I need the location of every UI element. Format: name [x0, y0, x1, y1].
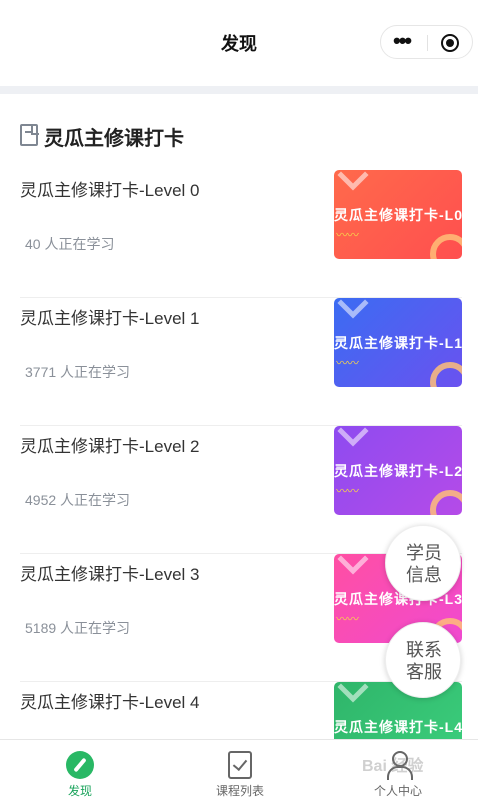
ring-decor-icon [430, 362, 462, 387]
chevron-decor-icon [337, 426, 369, 447]
course-list: 灵瓜主修课打卡-Level 0 40 人正在学习 〰〰 灵瓜主修课打卡-L0 灵… [20, 170, 462, 801]
section-title: 灵瓜主修课打卡 [44, 128, 184, 150]
course-title: 灵瓜主修课打卡-Level 2 [20, 437, 200, 456]
ring-decor-icon [430, 234, 462, 259]
thumbnail-label: 灵瓜主修课打卡-L2 [334, 463, 462, 479]
learner-count: 3771 人正在学习 [25, 364, 131, 380]
bottom-tab-bar: 发现 课程列表 个人中心 [0, 739, 478, 801]
mini-program-capsule: ••• [380, 25, 473, 59]
course-title: 灵瓜主修课打卡-Level 1 [20, 309, 200, 328]
capsule-divider [427, 35, 428, 51]
chevron-decor-icon [337, 554, 369, 575]
wave-decor-icon: 〰〰 [336, 356, 359, 370]
more-options-icon[interactable]: ••• [393, 30, 419, 52]
customer-service-label-line1: 联系 [406, 640, 442, 660]
course-title: 灵瓜主修课打卡-Level 4 [20, 693, 200, 712]
wave-decor-icon: 〰〰 [336, 484, 359, 498]
checklist-icon [228, 751, 252, 779]
section-divider [0, 86, 478, 94]
ring-decor-icon [430, 490, 462, 515]
tab-discover[interactable]: 发现 [0, 740, 160, 801]
chevron-decor-icon [337, 298, 369, 319]
tab-profile-label: 个人中心 [373, 784, 422, 798]
course-title: 灵瓜主修课打卡-Level 0 [20, 181, 200, 200]
tab-course-list[interactable]: 课程列表 [160, 740, 320, 801]
student-info-label-line1: 学员 [406, 543, 442, 563]
close-program-icon[interactable] [441, 34, 459, 52]
tab-discover-label: 发现 [67, 784, 92, 798]
customer-service-label-line2: 客服 [406, 662, 442, 682]
learner-count: 5189 人正在学习 [25, 620, 131, 636]
chevron-decor-icon [337, 682, 369, 703]
tab-profile[interactable]: 个人中心 [318, 740, 478, 801]
tab-course-list-label: 课程列表 [215, 784, 264, 798]
learner-count: 4952 人正在学习 [25, 492, 131, 508]
chevron-decor-icon [337, 170, 369, 191]
thumbnail-label: 灵瓜主修课打卡-L1 [334, 335, 462, 351]
course-thumbnail[interactable]: 〰〰 灵瓜主修课打卡-L0 [334, 170, 462, 259]
student-info-button[interactable]: 学员 信息 [385, 525, 461, 601]
course-thumbnail[interactable]: 〰〰 灵瓜主修课打卡-L2 [334, 426, 462, 515]
customer-service-button[interactable]: 联系 客服 [385, 622, 461, 698]
thumbnail-label: 灵瓜主修课打卡-L0 [334, 207, 462, 223]
course-title: 灵瓜主修课打卡-Level 3 [20, 565, 200, 584]
wave-decor-icon: 〰〰 [336, 228, 359, 242]
learner-count: 40 人正在学习 [25, 236, 115, 252]
book-icon [20, 124, 39, 146]
course-thumbnail[interactable]: 〰〰 灵瓜主修课打卡-L1 [334, 298, 462, 387]
course-item[interactable]: 灵瓜主修课打卡-Level 1 3771 人正在学习 〰〰 灵瓜主修课打卡-L1 [20, 298, 462, 426]
navigation-bar: 发现 ••• [0, 0, 478, 86]
thumbnail-label: 灵瓜主修课打卡-L4 [334, 719, 462, 735]
wave-decor-icon: 〰〰 [336, 612, 359, 626]
course-item[interactable]: 灵瓜主修课打卡-Level 0 40 人正在学习 〰〰 灵瓜主修课打卡-L0 [20, 170, 462, 298]
person-icon [384, 751, 413, 780]
compass-icon [66, 751, 94, 779]
student-info-label-line2: 信息 [406, 565, 442, 585]
